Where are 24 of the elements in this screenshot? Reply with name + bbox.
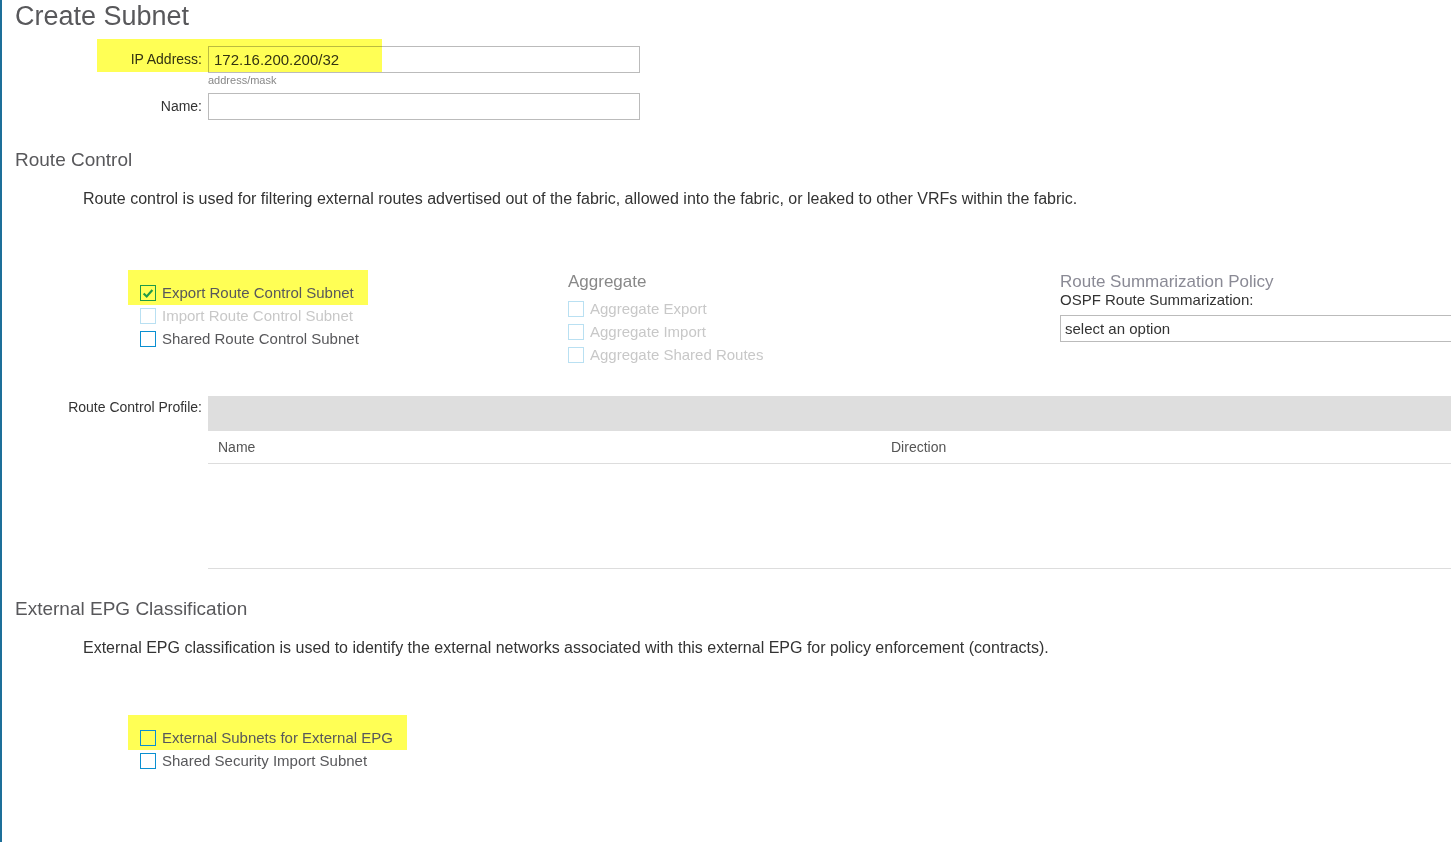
column-header[interactable]: Name [208,439,891,455]
group-heading: Aggregate [568,271,648,293]
section-heading: Route Control [15,148,134,172]
checkbox-label: Export Route Control Subnet [162,284,354,301]
section-description: External EPG classification is used to identify the external networks associated with this external EPG for policy enforcement (contracts). [83,638,1050,658]
field-label: Name: [160,98,202,114]
field-label: OSPF Route Summarization: [1060,291,1255,309]
checkbox[interactable] [140,330,156,347]
input-field[interactable] [208,93,640,120]
field-label: Route Control Profile: [68,399,202,415]
field-label: IP Address: [130,51,202,67]
checkbox-label: Shared Route Control Subnet [162,330,359,347]
column-header[interactable]: Direction [891,439,947,455]
group-heading: Route Summarization Policy [1060,271,1275,293]
checkbox[interactable] [140,284,156,301]
checkbox[interactable] [140,752,156,769]
section-heading: External EPG Classification [15,597,249,621]
section-description: Route control is used for filtering external routes advertised out of the fabric, allowed into the fabric, or leaked to other VRFs within the fabric. [83,189,1079,209]
checkbox[interactable] [140,729,156,746]
field-hint: address/mask [208,73,278,87]
checkbox-label: Shared Security Import Subnet [162,752,368,769]
checkbox-label: External Subnets for External EPG [162,729,393,746]
select-field[interactable]: select an option [1060,315,1451,342]
page-title: Create Subnet [15,0,191,32]
